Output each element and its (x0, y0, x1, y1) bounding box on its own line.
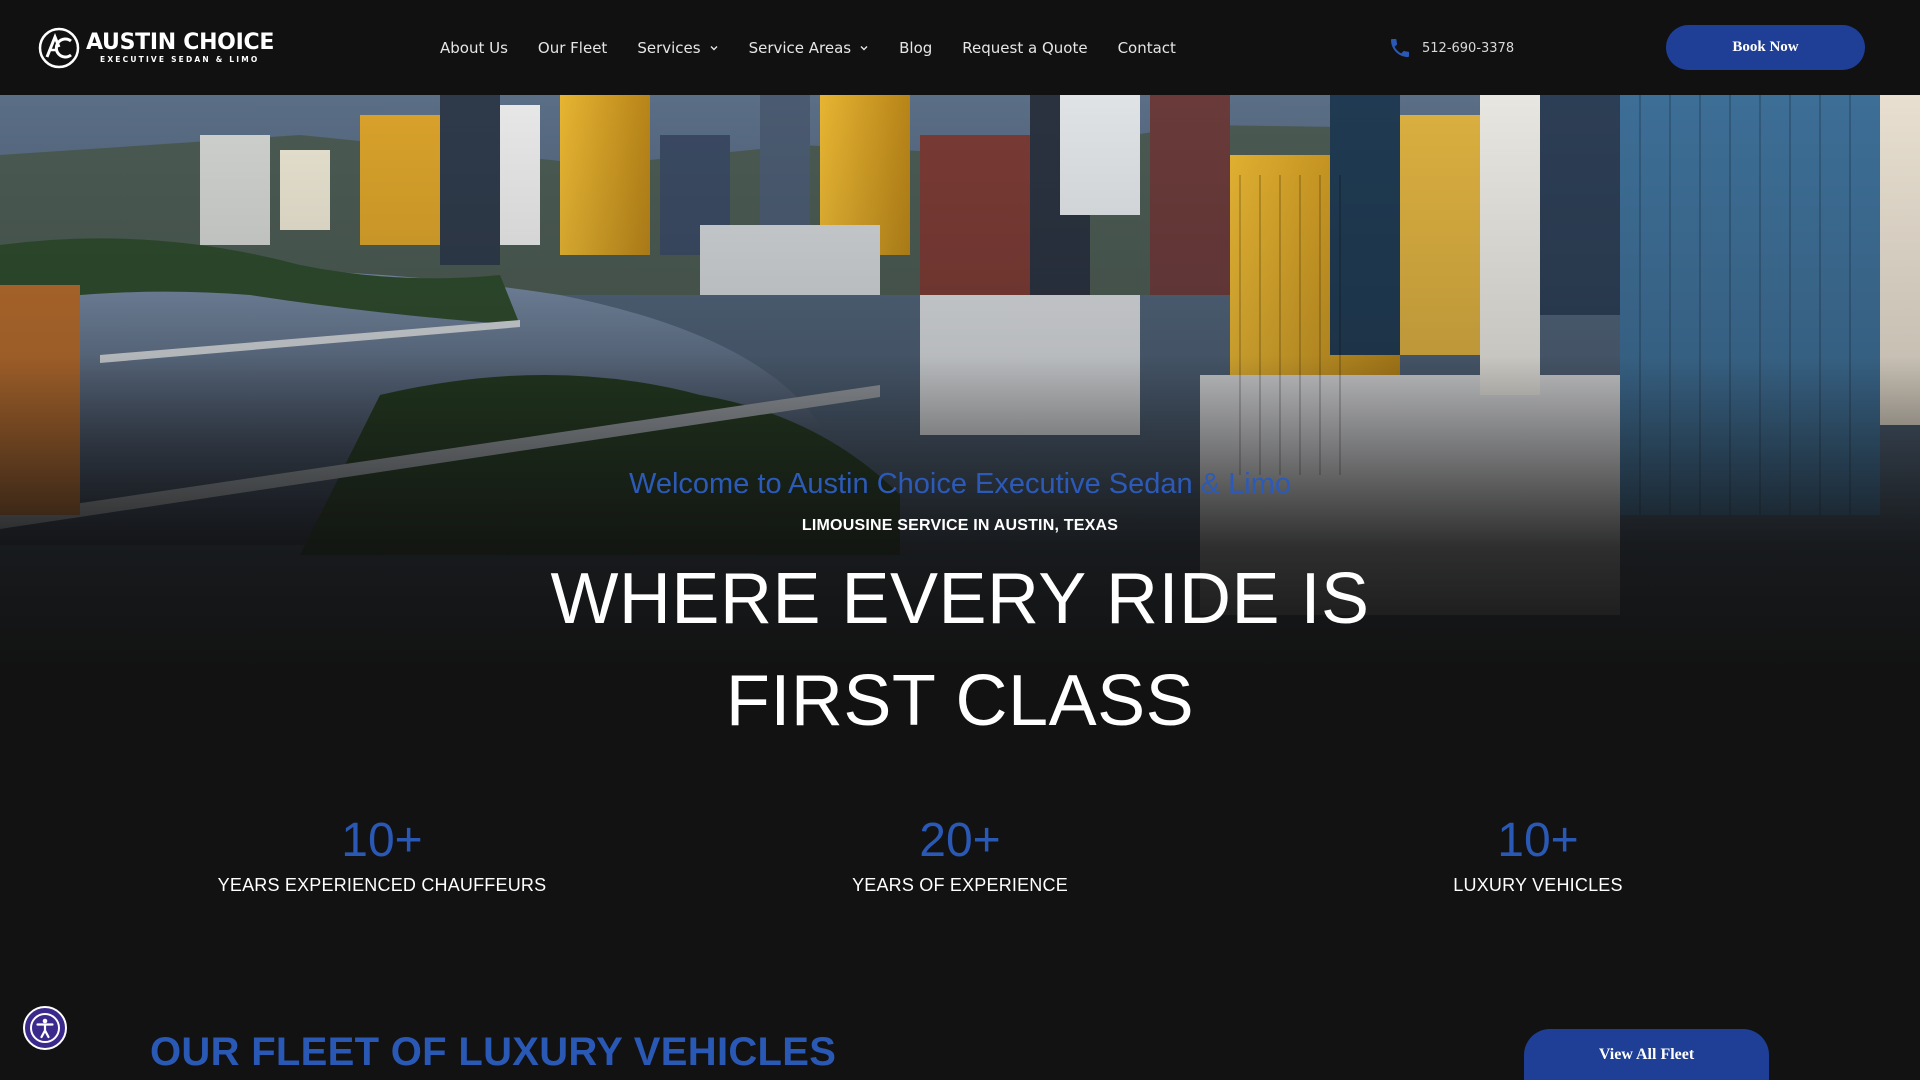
logo-name: AUSTIN CHOICE (86, 30, 275, 56)
main-nav: About Us Our Fleet Services Service Areas Bl… (440, 0, 1206, 95)
nav-item-label: Blog (899, 38, 933, 57)
nav-item-service-areas[interactable]: Service Areas (749, 39, 870, 57)
stat-value: 10+ (341, 814, 423, 867)
accessibility-icon (30, 1013, 60, 1043)
chevron-down-icon (710, 45, 718, 50)
stat-label: LUXURY VEHICLES (1453, 875, 1623, 895)
hero-tagline: LIMOUSINE SERVICE IN AUSTIN, TEXAS (801, 517, 1119, 534)
accessibility-widget-button[interactable] (23, 1006, 67, 1050)
nav-item-label: Our Fleet (537, 38, 608, 57)
nav-item-label: Service Areas (748, 38, 852, 57)
chevron-down-icon (860, 45, 868, 50)
phone-number: 512-690-3378 (1422, 40, 1515, 56)
phone-contact[interactable]: 512-690-3378 (1388, 36, 1514, 60)
stat-value: 10+ (1497, 814, 1579, 867)
nav-item-label: Contact (1117, 38, 1176, 57)
stat-chauffeurs: 10+ YEARS EXPERIENCED CHAUFFEURS (172, 813, 592, 896)
fleet-section-title: OUR FLEET OF LUXURY VEHICLES (150, 1030, 837, 1074)
nav-item-services[interactable]: Services (637, 39, 718, 57)
view-all-fleet-button[interactable]: View All Fleet (1524, 1029, 1769, 1080)
nav-item-request-a-quote[interactable]: Request a Quote (962, 39, 1087, 57)
stat-vehicles: 10+ LUXURY VEHICLES (1328, 813, 1748, 896)
stat-label: YEARS EXPERIENCED CHAUFFEURS (217, 875, 547, 895)
ac-monogram-icon (38, 27, 80, 69)
logo-subtitle: EXECUTIVE SEDAN & LIMO (100, 55, 260, 65)
book-now-button[interactable]: Book Now (1666, 25, 1865, 70)
hero-welcome: Welcome to Austin Choice Executive Sedan… (629, 468, 1291, 500)
nav-item-label: Request a Quote (962, 38, 1088, 57)
nav-item-label: Services (637, 38, 701, 57)
site-header: AUSTIN CHOICE EXECUTIVE SEDAN & LIMO Abo… (0, 0, 1920, 95)
hero-headline-line2: FIRST CLASS (725, 661, 1195, 741)
nav-item-contact[interactable]: Contact (1118, 39, 1176, 57)
stat-label: YEARS OF EXPERIENCE (852, 875, 1068, 895)
stat-experience: 20+ YEARS OF EXPERIENCE (750, 813, 1170, 896)
hero-headline-line1: WHERE EVERY RIDE IS (550, 559, 1370, 639)
nav-item-about-us[interactable]: About Us (440, 39, 508, 57)
site-logo[interactable]: AUSTIN CHOICE EXECUTIVE SEDAN & LIMO (38, 27, 274, 69)
nav-item-label: About Us (440, 38, 508, 57)
phone-icon (1391, 39, 1409, 57)
nav-item-blog[interactable]: Blog (899, 39, 932, 57)
hero-headline: WHERE EVERY RIDE IS FIRST CLASS (0, 548, 1920, 752)
stat-value: 20+ (919, 814, 1001, 867)
nav-item-our-fleet[interactable]: Our Fleet (538, 39, 607, 57)
